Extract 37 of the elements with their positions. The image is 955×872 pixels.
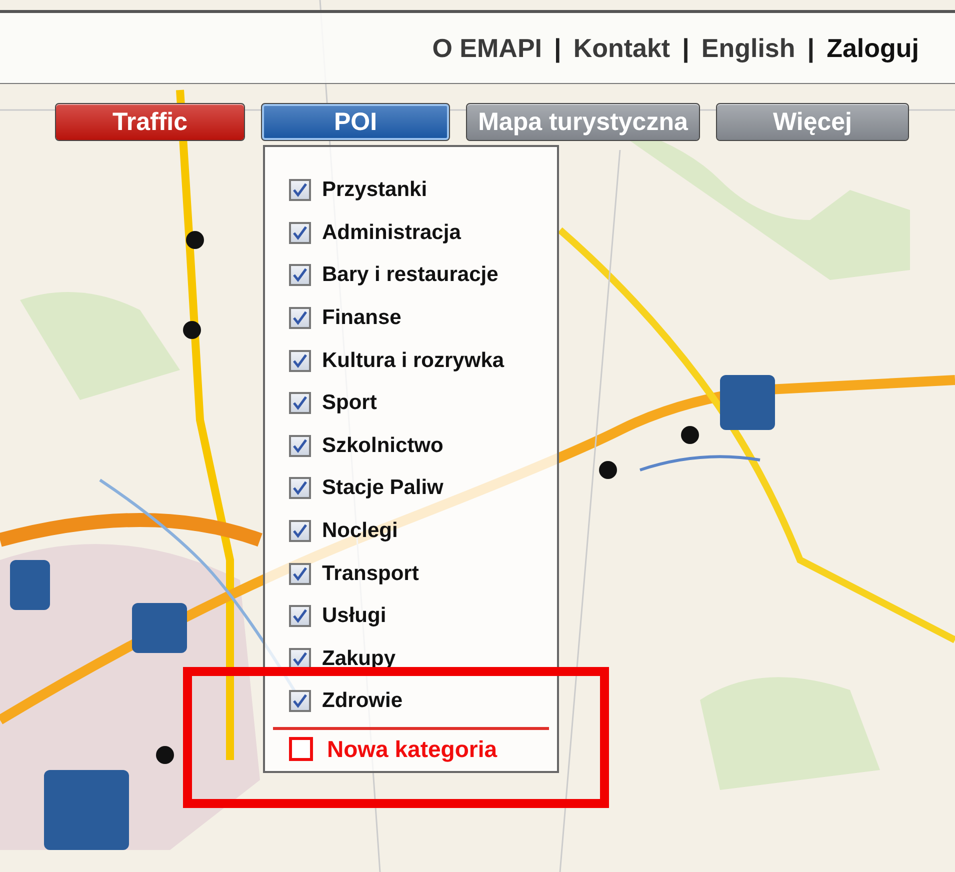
category-label: Kultura i rozrywka [322, 348, 504, 373]
nav-link[interactable]: O EMAPI [432, 32, 542, 64]
checkbox[interactable] [289, 434, 311, 457]
category-label: Bary i restauracje [322, 263, 498, 288]
checkbox[interactable] [289, 392, 311, 414]
checkbox[interactable] [289, 264, 311, 286]
checkbox[interactable] [289, 737, 313, 762]
checkbox[interactable] [289, 520, 311, 542]
category-label: Przystanki [322, 178, 428, 202]
category-label: Administracja [322, 220, 461, 245]
layer-button[interactable]: Traffic [55, 103, 245, 141]
checkbox[interactable] [289, 307, 311, 330]
checkbox[interactable] [289, 605, 311, 628]
category-label: Stacje Paliw [322, 476, 444, 500]
checkbox[interactable] [289, 562, 311, 585]
nav-separator: | [807, 32, 815, 64]
category-label: Szkolnictwo [322, 434, 444, 458]
nav-link[interactable]: Kontakt [573, 32, 670, 64]
nav-separator: | [682, 32, 690, 64]
nav-separator: | [554, 32, 562, 64]
category-label: Sport [322, 391, 377, 416]
category-label: Zakupy [322, 646, 396, 671]
checkbox[interactable] [289, 648, 311, 670]
layer-button[interactable]: POI [261, 103, 450, 141]
category-label: Nowa kategoria [327, 736, 497, 763]
category-label: Finanse [322, 306, 402, 330]
checkbox[interactable] [289, 477, 311, 500]
category-label: Zdrowie [322, 689, 403, 714]
category-label: Noclegi [322, 519, 398, 544]
checkbox[interactable] [289, 350, 311, 372]
nav-link[interactable]: Zaloguj [826, 32, 919, 64]
nav-link[interactable]: English [701, 32, 796, 64]
checkbox[interactable] [289, 690, 311, 712]
category-label: Transport [322, 562, 419, 586]
category-label: Usługi [322, 604, 386, 628]
checkbox[interactable] [289, 222, 311, 244]
checkbox[interactable] [289, 179, 311, 202]
